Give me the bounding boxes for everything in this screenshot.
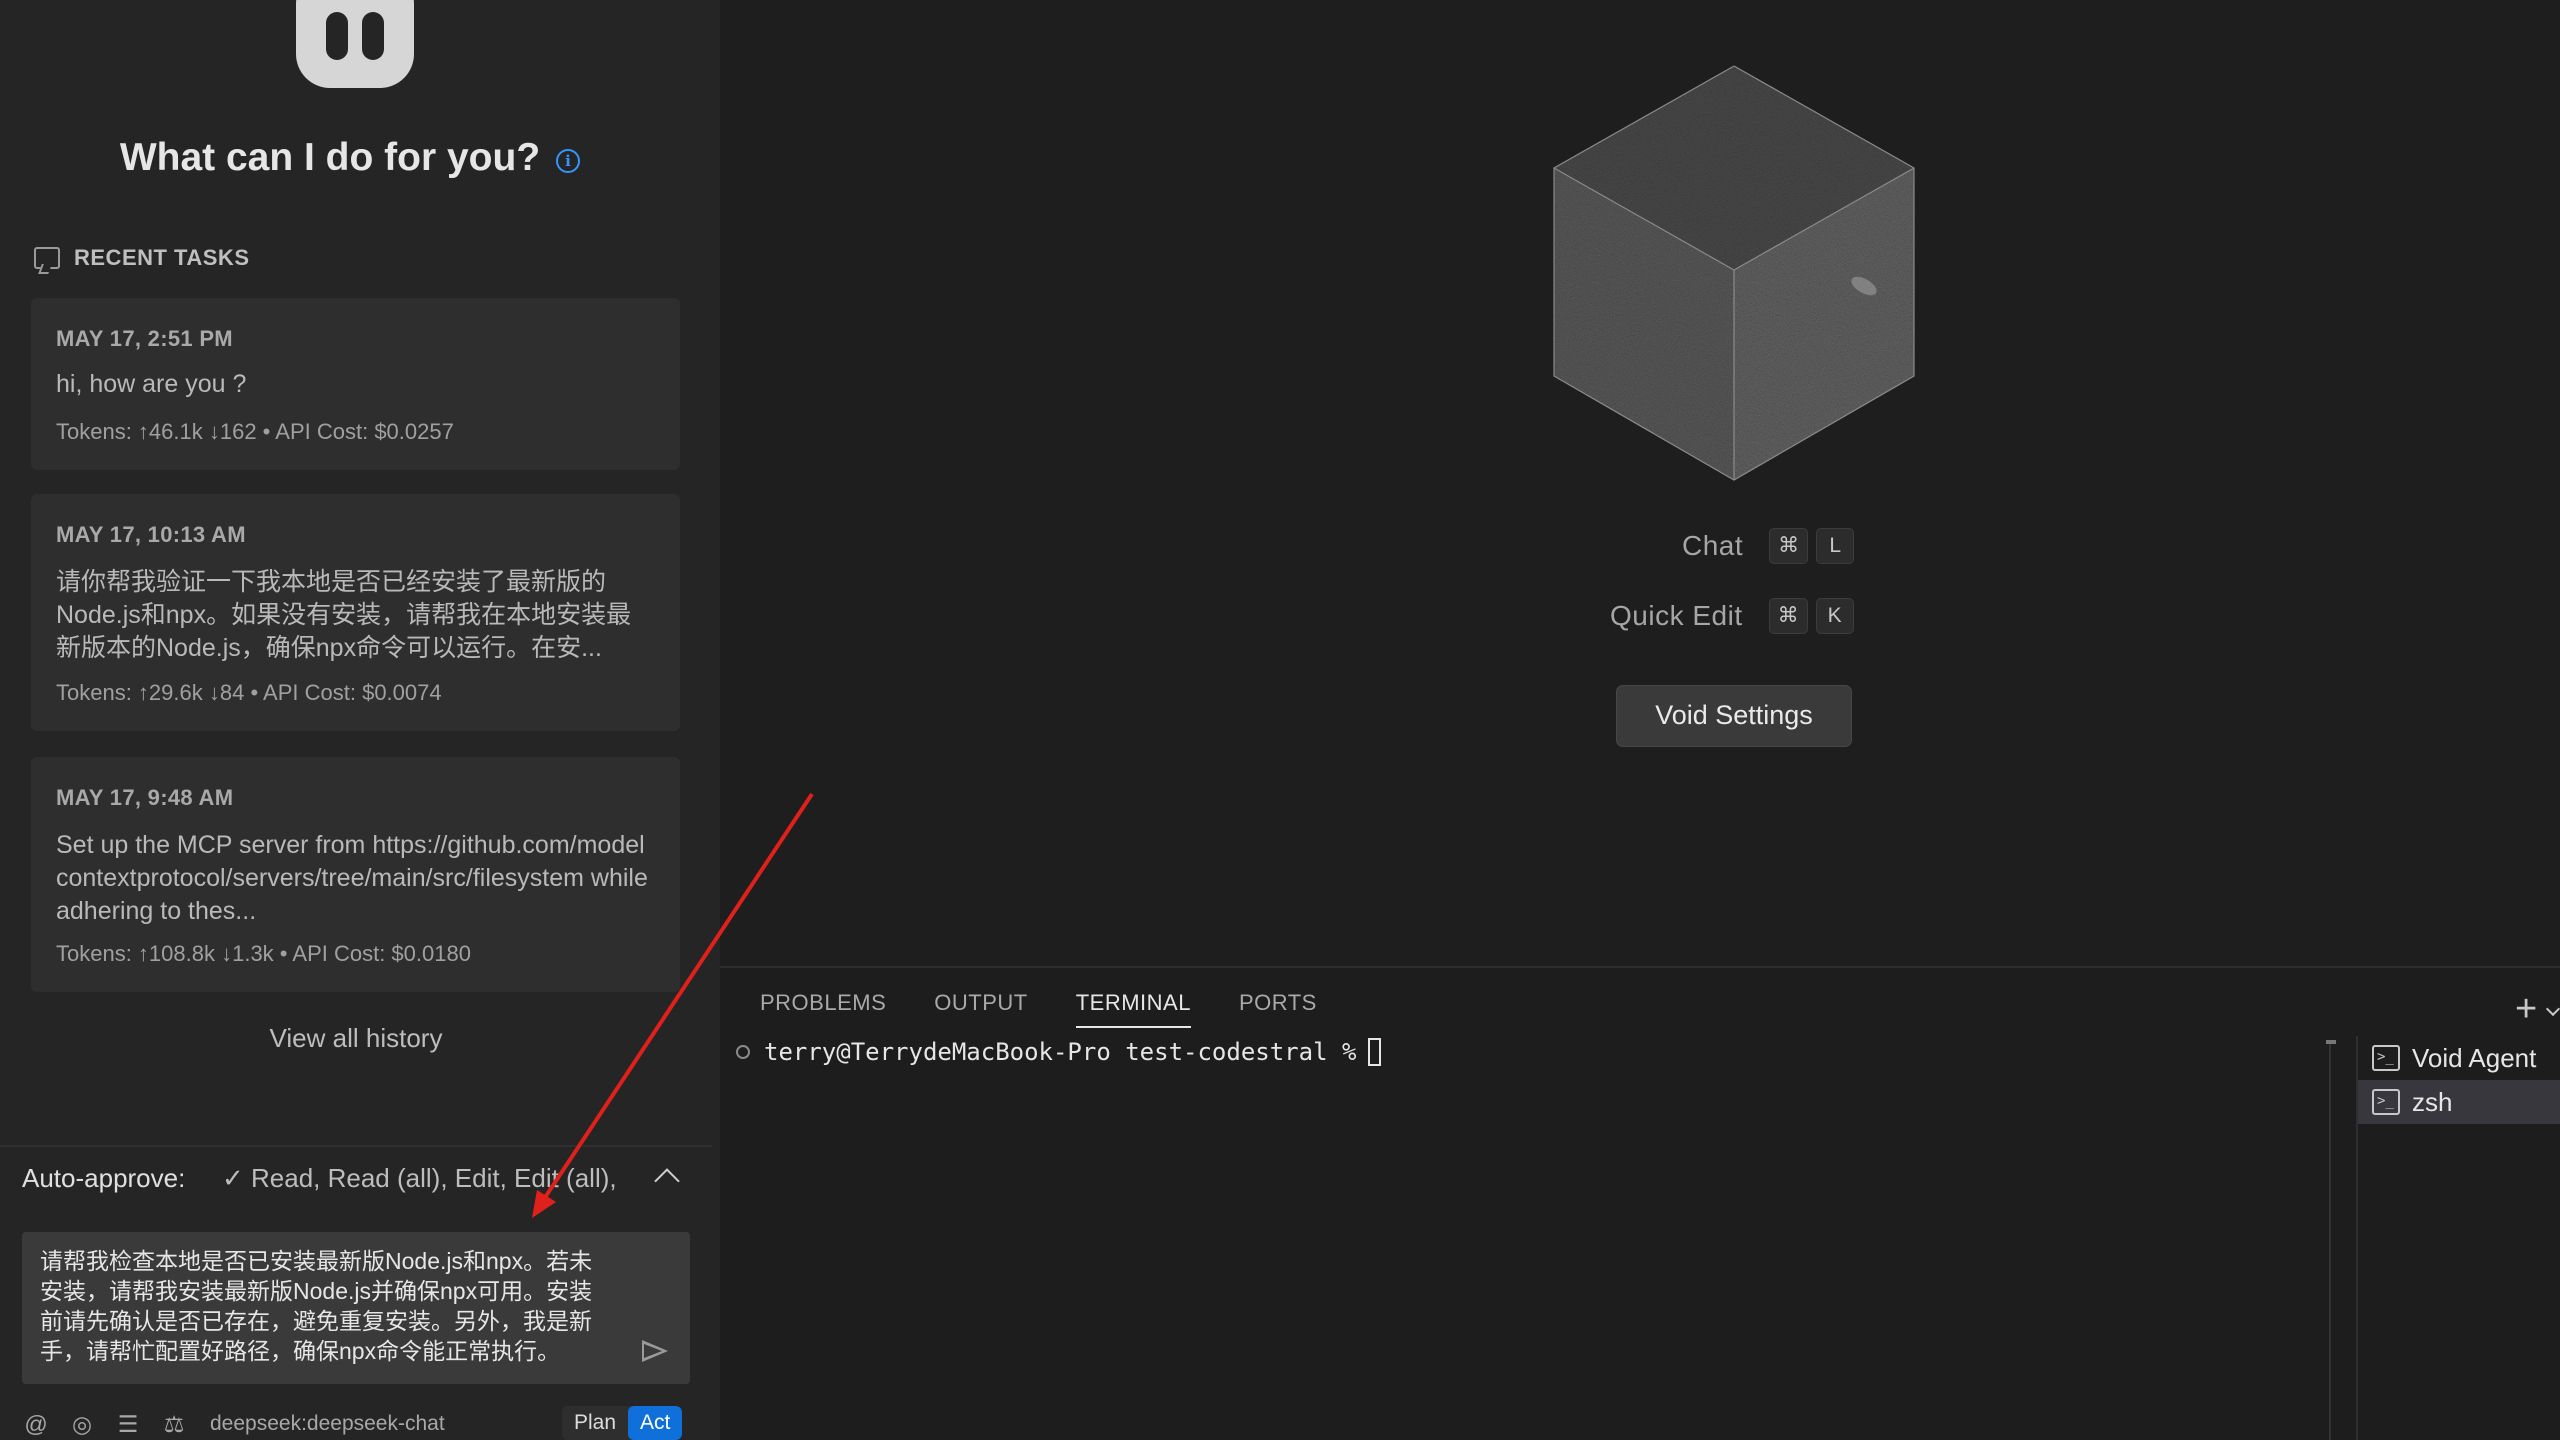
info-icon[interactable]: i: [556, 149, 580, 173]
command-status-icon: [736, 1045, 750, 1059]
tab-output[interactable]: OUTPUT: [934, 990, 1027, 1028]
chevron-up-icon[interactable]: [654, 1168, 680, 1194]
recent-tasks-label: RECENT TASKS: [74, 245, 250, 270]
divider: [0, 1145, 712, 1147]
terminal-scrollbar[interactable]: [2329, 1040, 2331, 1440]
task-text: Set up the MCP server from https://githu…: [56, 831, 648, 925]
terminal-icon: >_: [2372, 1045, 2400, 1071]
tab-problems[interactable]: PROBLEMS: [760, 990, 886, 1028]
panel-tabs: PROBLEMS OUTPUT TERMINAL PORTS: [760, 990, 1317, 1028]
task-meta: Tokens: ↑46.1k ↓162 • API Cost: $0.0257: [56, 419, 454, 444]
shortcut-chat: Chat ⌘ L: [1682, 528, 1855, 564]
task-text: 请你帮我验证一下我本地是否已经安装了最新版的Node.js和npx。如果没有安装…: [56, 568, 632, 662]
terminal-item-void-agent[interactable]: >_ Void Agent: [2358, 1036, 2560, 1080]
task-meta: Tokens: ↑108.8k ↓1.3k • API Cost: $0.018…: [56, 941, 471, 966]
camera-icon[interactable]: ◎: [68, 1411, 96, 1438]
chevron-down-icon[interactable]: [2545, 1001, 2560, 1017]
void-cube-logo-icon: [1553, 65, 1915, 481]
act-mode-button[interactable]: Act: [628, 1406, 683, 1440]
task-date: MAY 17, 9:48 AM: [56, 785, 234, 810]
app-window: What can I do for you? i RECENT TASKS MA…: [0, 0, 2560, 1440]
robot-logo-icon: [296, 0, 414, 88]
task-date: MAY 17, 10:13 AM: [56, 522, 246, 547]
terminal-name: zsh: [2412, 1086, 2453, 1117]
input-toolbar: @ ◎ ☰ ⚖ deepseek:deepseek-chat: [22, 1408, 445, 1440]
at-icon[interactable]: @: [22, 1411, 50, 1438]
recent-task-item[interactable]: MAY 17, 10:13 AM 请你帮我验证一下我本地是否已经安装了最新版的N…: [31, 494, 680, 731]
terminal-prompt: terry@TerrydeMacBook-Pro test-codestral …: [764, 1038, 1357, 1066]
auto-approve-label[interactable]: Auto-approve:: [22, 1163, 185, 1194]
tab-ports[interactable]: PORTS: [1239, 990, 1317, 1028]
view-all-history-link[interactable]: View all history: [0, 1023, 712, 1054]
recent-task-item[interactable]: MAY 17, 9:48 AM Set up the MCP server fr…: [31, 757, 680, 992]
task-date: MAY 17, 2:51 PM: [56, 326, 233, 351]
plan-act-toggle[interactable]: Plan Act: [562, 1406, 683, 1440]
terminal-name: Void Agent: [2412, 1042, 2537, 1073]
recent-tasks-header: RECENT TASKS: [34, 245, 250, 271]
model-selector[interactable]: deepseek:deepseek-chat: [210, 1412, 445, 1436]
server-icon[interactable]: ☰: [114, 1411, 142, 1438]
task-meta: Tokens: ↑29.6k ↓84 • API Cost: $0.0074: [56, 680, 442, 705]
tab-terminal[interactable]: TERMINAL: [1075, 990, 1191, 1028]
shortcut-key: L: [1816, 528, 1855, 564]
void-settings-button[interactable]: Void Settings: [1616, 685, 1852, 747]
chat-input[interactable]: 请帮我检查本地是否已安装最新版Node.js和npx。若未安装，请帮我安装最新版…: [22, 1232, 690, 1384]
recent-task-item[interactable]: MAY 17, 2:51 PM hi, how are you ? Tokens…: [31, 298, 680, 470]
scrollbar-marker: [2326, 1040, 2336, 1044]
shortcut-label: Quick Edit: [1610, 600, 1743, 631]
terminal-icon: >_: [2372, 1089, 2400, 1115]
balance-icon[interactable]: ⚖: [160, 1411, 188, 1438]
shortcut-key: K: [1815, 598, 1854, 634]
terminal-list: >_ Void Agent >_ zsh: [2356, 1036, 2560, 1440]
sidebar: What can I do for you? i RECENT TASKS MA…: [0, 0, 720, 1440]
shortcut-label: Chat: [1682, 530, 1744, 561]
command-key: ⌘: [1768, 598, 1808, 634]
terminal-output[interactable]: terry@TerrydeMacBook-Pro test-codestral …: [736, 1038, 1382, 1066]
terminal-cursor: [1368, 1038, 1382, 1066]
command-key: ⌘: [1769, 528, 1809, 564]
chat-history-icon: [34, 247, 60, 269]
plan-mode-button[interactable]: Plan: [562, 1406, 628, 1440]
auto-approve-values[interactable]: ✓ Read, Read (all), Edit, Edit (all),: [222, 1163, 642, 1194]
terminal-item-zsh[interactable]: >_ zsh: [2358, 1080, 2560, 1124]
new-terminal-icon[interactable]: +: [2515, 988, 2537, 1031]
shortcut-quick-edit: Quick Edit ⌘ K: [1610, 598, 1854, 634]
task-text: hi, how are you ?: [56, 370, 247, 398]
bottom-panel: PROBLEMS OUTPUT TERMINAL PORTS + terry@T…: [720, 966, 2560, 1440]
send-icon[interactable]: [642, 1340, 668, 1362]
